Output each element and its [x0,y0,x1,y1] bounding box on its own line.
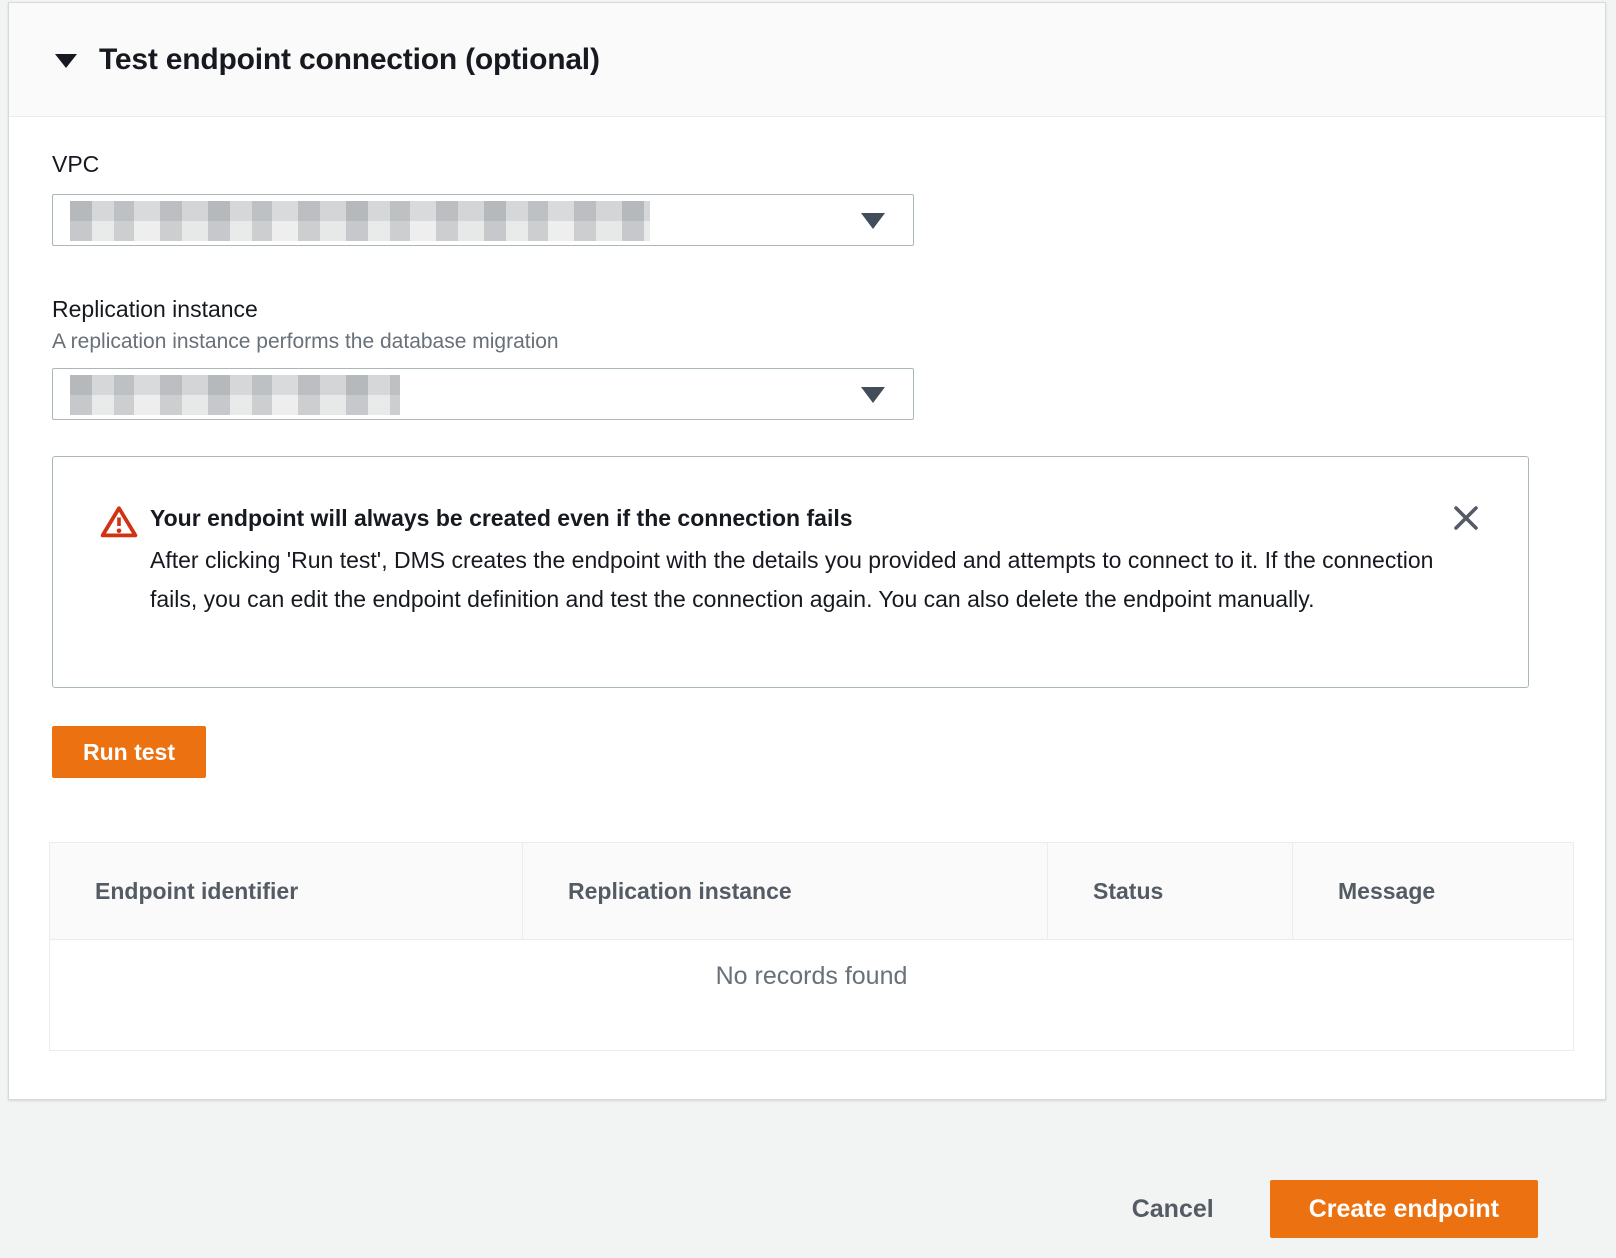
warning-triangle-icon [100,505,138,544]
vpc-select[interactable] [52,194,914,246]
test-results-table: Endpoint identifier Replication instance… [49,842,1574,1051]
run-test-button[interactable]: Run test [52,726,206,778]
section-body: VPC Replication instance A replication i… [9,151,1605,1051]
column-header-replication-instance: Replication instance [522,843,1047,939]
replication-instance-label: Replication instance [52,296,1605,323]
column-header-endpoint-identifier: Endpoint identifier [50,843,522,939]
warning-alert: Your endpoint will always be created eve… [52,456,1529,688]
section-title: Test endpoint connection (optional) [99,43,600,77]
close-icon [1449,501,1483,538]
alert-title: Your endpoint will always be created eve… [150,503,1438,533]
vpc-label: VPC [52,151,1605,178]
table-header-row: Endpoint identifier Replication instance… [50,843,1573,940]
create-endpoint-button[interactable]: Create endpoint [1270,1180,1538,1238]
collapse-caret-icon [55,54,77,68]
alert-text: Your endpoint will always be created eve… [150,503,1438,619]
replication-instance-redacted-value [70,375,400,415]
column-header-status: Status [1047,843,1292,939]
column-header-message: Message [1292,843,1573,939]
alert-body: After clicking 'Run test', DMS creates t… [150,541,1438,619]
empty-state-message: No records found [50,940,1573,1050]
close-button[interactable] [1448,501,1484,537]
page: Test endpoint connection (optional) VPC … [0,0,1616,1258]
section-toggle[interactable]: Test endpoint connection (optional) [9,3,1605,117]
vpc-redacted-value [70,201,650,241]
replication-instance-description: A replication instance performs the data… [52,330,1605,354]
chevron-down-icon [861,387,885,403]
chevron-down-icon [861,213,885,229]
replication-instance-select[interactable] [52,368,914,420]
footer-actions: Cancel Create endpoint [1132,1180,1538,1238]
cancel-button[interactable]: Cancel [1132,1195,1214,1224]
test-endpoint-connection-section: Test endpoint connection (optional) VPC … [8,2,1606,1100]
